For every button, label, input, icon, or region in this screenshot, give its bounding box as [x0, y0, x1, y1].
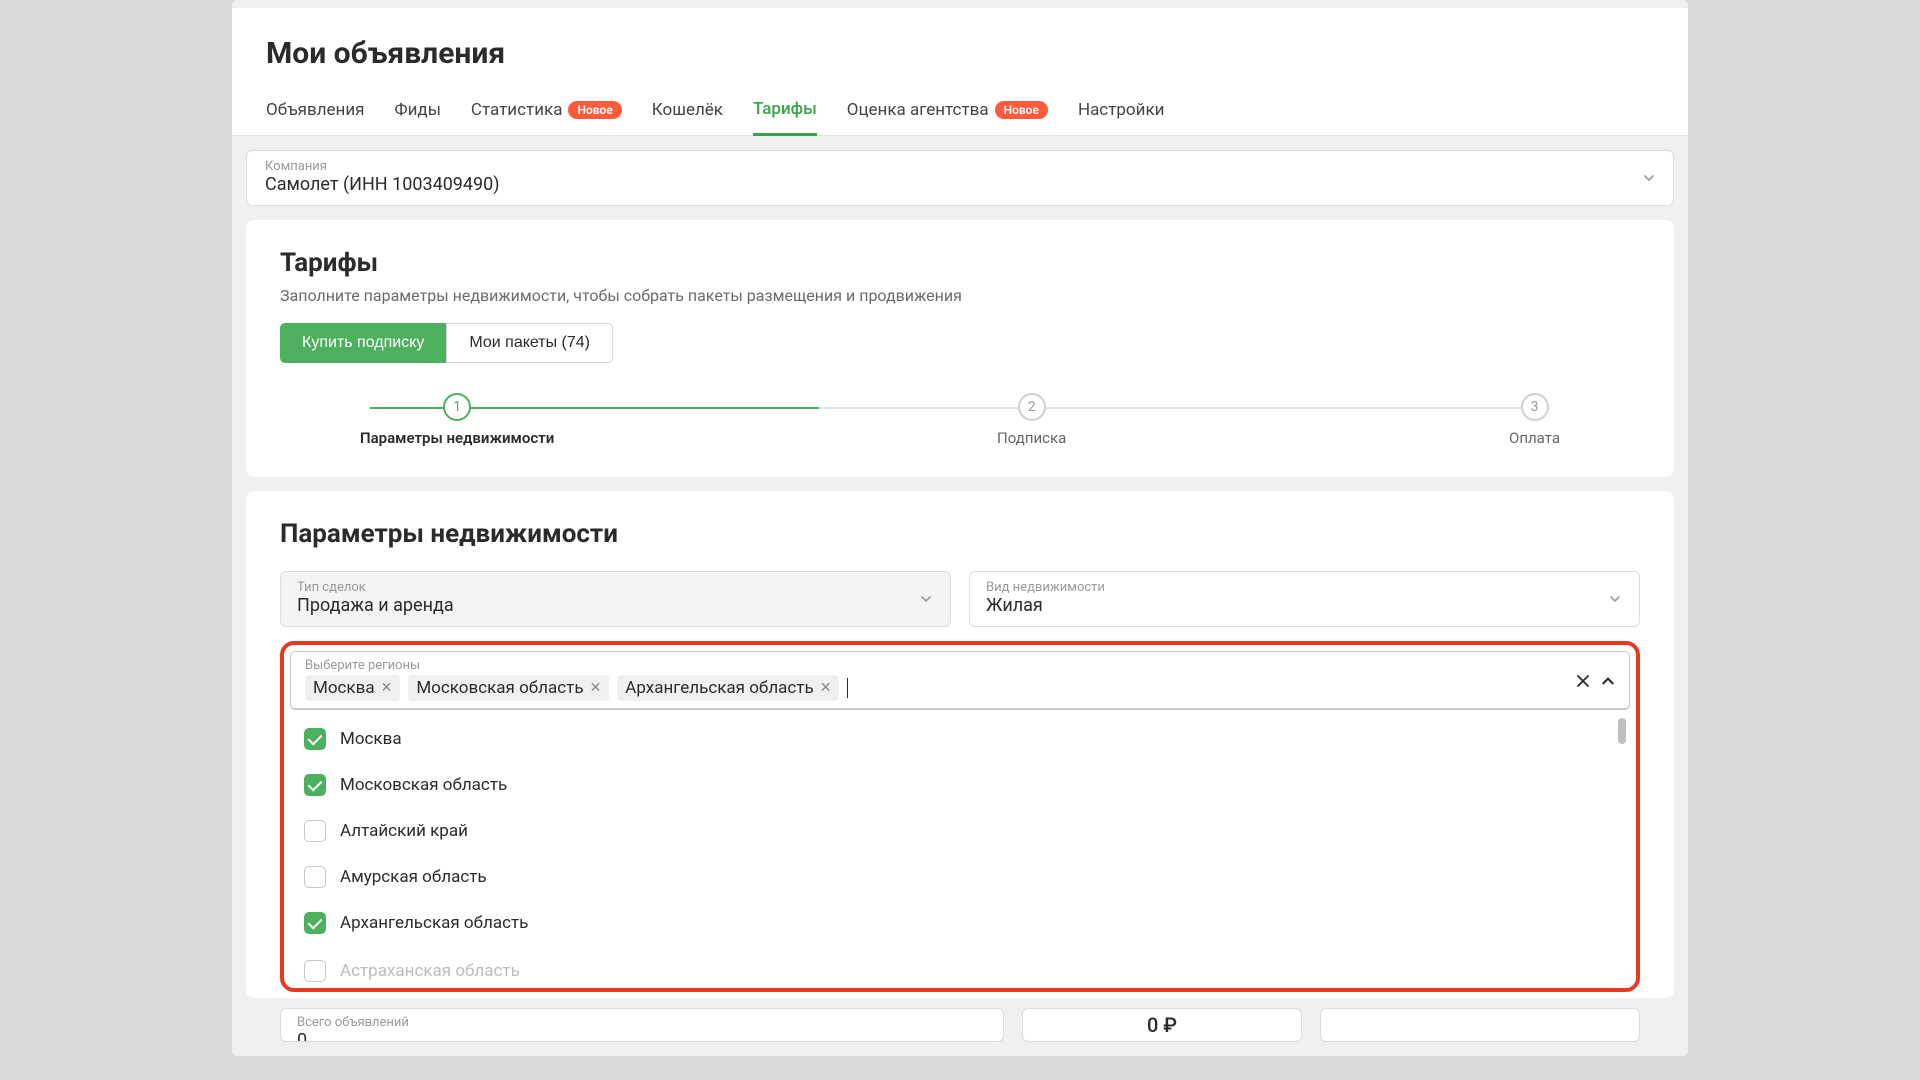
tab-label: Кошелёк: [652, 100, 723, 120]
chevron-up-icon[interactable]: [1601, 674, 1615, 688]
region-option[interactable]: Амурская область: [290, 854, 1630, 900]
deal-type-label: Тип сделок: [297, 580, 934, 595]
deal-type-select[interactable]: Тип сделок Продажа и аренда: [280, 571, 951, 627]
buy-subscription-button[interactable]: Купить подписку: [280, 323, 446, 363]
regions-input[interactable]: Выберите регионы Москва✕Московская облас…: [290, 651, 1630, 710]
checkbox-checked-icon[interactable]: [304, 774, 326, 796]
company-label: Компания: [265, 159, 1655, 174]
chip-remove-icon[interactable]: ✕: [381, 680, 393, 696]
company-select[interactable]: Компания Самолет (ИНН 1003409490): [246, 150, 1674, 206]
tab-4[interactable]: Тарифы: [753, 99, 817, 136]
summary-spacer: [1320, 1008, 1640, 1042]
property-kind-label: Вид недвижимости: [986, 580, 1623, 595]
tab-label: Оценка агентства: [847, 100, 989, 120]
params-card: Параметры недвижимости Тип сделок Продаж…: [246, 491, 1674, 998]
option-label: Амурская область: [340, 867, 487, 887]
regions-option-overflow: Астраханская область: [290, 952, 1630, 982]
step-3: 3 Оплата: [1509, 393, 1560, 447]
tab-label: Настройки: [1078, 100, 1165, 120]
chip-remove-icon[interactable]: ✕: [820, 680, 832, 696]
new-badge: Новое: [995, 101, 1048, 119]
step-circle: 2: [1018, 393, 1046, 421]
step-label: Параметры недвижимости: [360, 429, 554, 447]
region-chip: Архангельская область ✕: [617, 675, 839, 701]
step-label: Подписка: [997, 429, 1066, 447]
clear-icon[interactable]: [1575, 673, 1591, 689]
option-label: Москва: [340, 729, 402, 749]
tariffs-card: Тарифы Заполните параметры недвижимости,…: [246, 220, 1674, 477]
text-cursor: [847, 678, 848, 698]
checkbox-checked-icon[interactable]: [304, 728, 326, 750]
page-title: Мои объявления: [266, 36, 1654, 71]
tab-label: Тарифы: [753, 99, 817, 119]
page-header: Мои объявления: [232, 8, 1688, 81]
total-price: 0 ₽: [1022, 1008, 1302, 1042]
tab-0[interactable]: Объявления: [266, 99, 365, 135]
company-value: Самолет (ИНН 1003409490): [265, 174, 1655, 195]
chevron-down-icon: [1643, 172, 1655, 184]
region-chip: Москва ✕: [305, 675, 400, 701]
tariffs-title: Тарифы: [280, 248, 1640, 278]
tabs-bar: Объявления Фиды Статистика Новое Кошелёк Тари…: [232, 81, 1688, 136]
step-circle: 1: [443, 393, 471, 421]
region-chip: Московская область ✕: [408, 675, 609, 701]
property-kind-select[interactable]: Вид недвижимости Жилая: [969, 571, 1640, 627]
regions-dropdown: Москва Московская область Алтайский край Ам…: [290, 710, 1630, 952]
tab-label: Статистика: [471, 100, 563, 120]
region-option[interactable]: Москва: [290, 716, 1630, 762]
checkbox-icon: [304, 960, 326, 982]
step-2: 2 Подписка: [997, 393, 1066, 447]
tab-6[interactable]: Настройки: [1078, 99, 1165, 135]
checkbox-icon[interactable]: [304, 866, 326, 888]
tab-label: Фиды: [395, 100, 441, 120]
params-title: Параметры недвижимости: [280, 519, 1640, 549]
step-1: 1 Параметры недвижимости: [360, 393, 554, 447]
total-listings-label: Всего объявлений: [297, 1015, 987, 1030]
region-option[interactable]: Архангельская область: [290, 900, 1630, 946]
tab-3[interactable]: Кошелёк: [652, 99, 723, 135]
chevron-down-icon: [1609, 593, 1621, 605]
regions-multiselect-highlight: Выберите регионы Москва✕Московская облас…: [280, 641, 1640, 992]
region-option[interactable]: Алтайский край: [290, 808, 1630, 854]
chip-remove-icon[interactable]: ✕: [590, 680, 602, 696]
option-label: Московская область: [340, 775, 507, 795]
total-listings-value: 0: [297, 1030, 987, 1042]
step-circle: 3: [1521, 393, 1549, 421]
option-label: Архангельская область: [340, 913, 528, 933]
tab-1[interactable]: Фиды: [395, 99, 441, 135]
checkbox-icon[interactable]: [304, 820, 326, 842]
tariffs-subtitle: Заполните параметры недвижимости, чтобы …: [280, 286, 1640, 305]
chip-label: Архангельская область: [625, 678, 813, 698]
tab-5[interactable]: Оценка агентства Новое: [847, 99, 1048, 135]
my-packages-button[interactable]: Мои пакеты (74): [446, 323, 613, 363]
chip-label: Московская область: [416, 678, 583, 698]
deal-type-value: Продажа и аренда: [297, 595, 934, 616]
stepper: 1 Параметры недвижимости 2 Подписка 3 Оплата: [280, 393, 1640, 447]
chevron-down-icon: [920, 593, 932, 605]
scrollbar-thumb[interactable]: [1618, 718, 1626, 744]
checkbox-checked-icon[interactable]: [304, 912, 326, 934]
new-badge: Новое: [568, 101, 621, 119]
tab-2[interactable]: Статистика Новое: [471, 99, 622, 135]
tab-label: Объявления: [266, 100, 365, 120]
chip-label: Москва: [313, 678, 375, 698]
option-label: Астраханская область: [340, 961, 520, 981]
region-option[interactable]: Московская область: [290, 762, 1630, 808]
summary-row: Всего объявлений 0 0 ₽: [246, 1008, 1674, 1042]
step-label: Оплата: [1509, 429, 1560, 447]
option-label: Алтайский край: [340, 821, 468, 841]
total-listings-box: Всего объявлений 0: [280, 1008, 1004, 1042]
regions-label: Выберите регионы: [305, 658, 1559, 673]
property-kind-value: Жилая: [986, 595, 1623, 616]
